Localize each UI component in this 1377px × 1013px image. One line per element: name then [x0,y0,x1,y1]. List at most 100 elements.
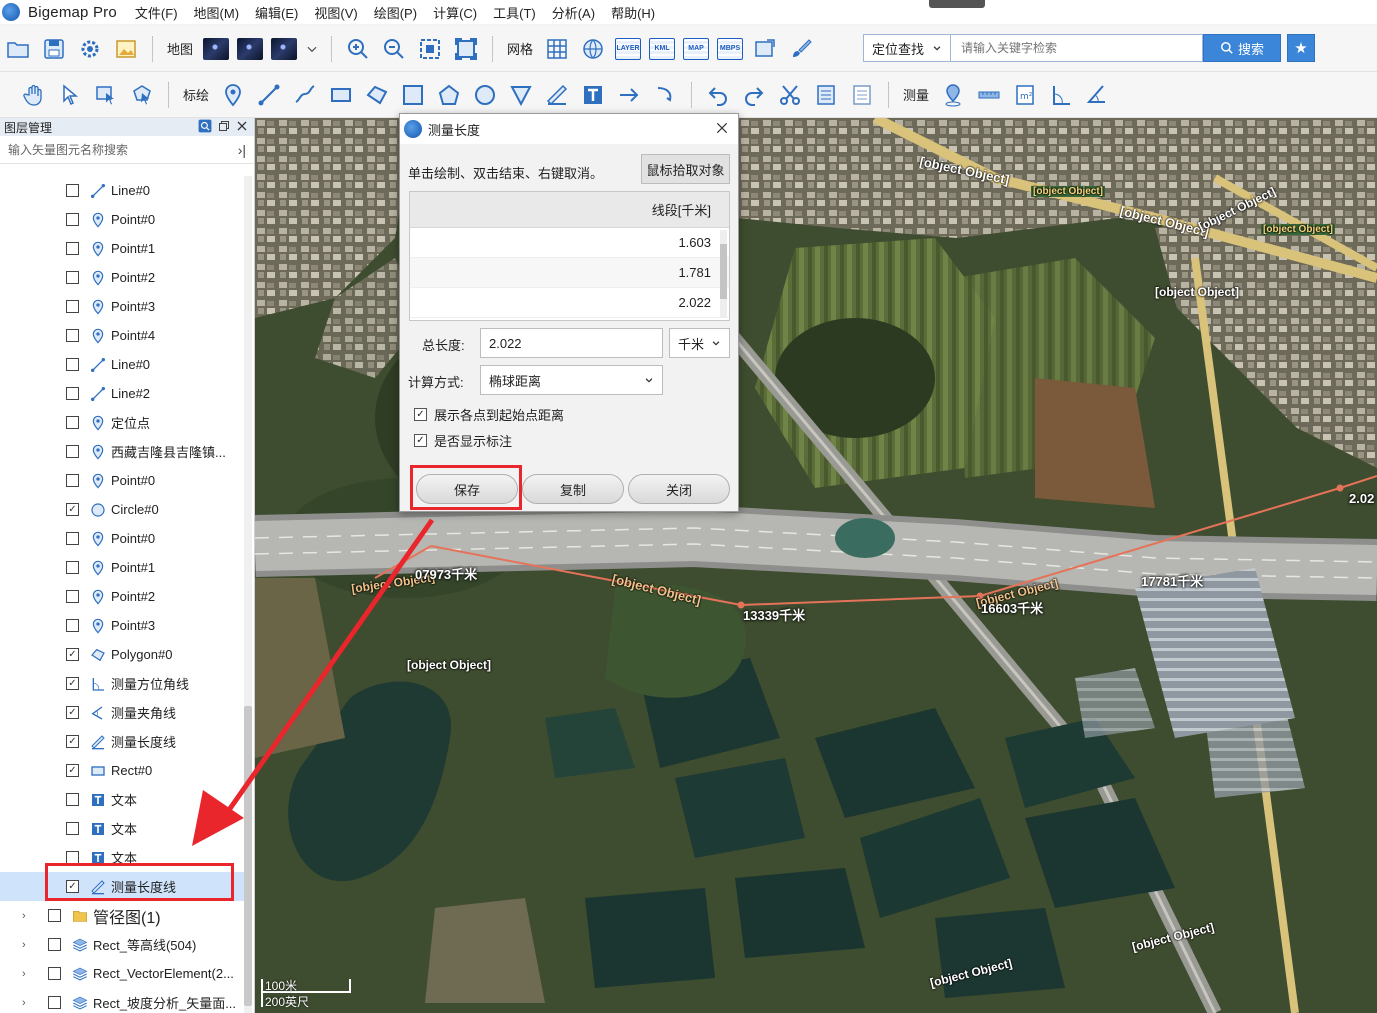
pan-hand-icon[interactable] [20,81,48,109]
layer-item[interactable]: Point#4 [0,321,244,350]
expand-arrow-icon[interactable]: › [22,910,36,922]
scissors-icon[interactable] [776,81,804,109]
checkbox-checked[interactable]: ✓ [66,503,79,516]
draw-square-icon[interactable] [399,81,427,109]
checkbox-unchecked[interactable] [66,793,79,806]
layer-item[interactable]: Point#2 [0,582,244,611]
calc-method-select[interactable]: 椭球距离 [480,365,663,395]
image-icon[interactable] [112,35,140,63]
layer-item[interactable]: Point#3 [0,611,244,640]
table-row[interactable]: 1.603 [410,228,729,258]
redo-icon[interactable] [740,81,768,109]
copy-button[interactable]: 复制 [522,474,624,504]
menu-file[interactable]: 文件(F) [127,3,186,22]
checkbox-unchecked[interactable] [48,909,61,922]
layer-item[interactable]: Line#0 [0,350,244,379]
layer-group[interactable]: › 管径图(1) [0,901,244,930]
chevron-down-icon[interactable] [305,35,319,63]
checkbox-unchecked[interactable] [66,619,79,632]
mbps-box-icon[interactable]: MBPS [717,37,744,60]
panel-restore-icon[interactable] [218,120,230,132]
menu-tools[interactable]: 工具(T) [485,3,544,22]
layer-item[interactable]: ✓ 测量方位角线 [0,669,244,698]
table-row[interactable]: 2.022 [410,288,729,318]
fullscreen-icon[interactable] [452,35,480,63]
layer-item[interactable]: Point#1 [0,553,244,582]
layer-group[interactable]: › Rect_坡度分析_矢量面... [0,988,244,1013]
checkbox-unchecked[interactable] [66,474,79,487]
expand-arrow-icon[interactable]: › [22,968,36,980]
menu-draw[interactable]: 绘图(P) [366,3,425,22]
search-input[interactable] [951,34,1203,62]
close-button[interactable]: 关闭 [628,474,730,504]
layer-item[interactable]: 文本 [0,785,244,814]
layer-item[interactable]: ✓ Circle#0 [0,495,244,524]
layer-item[interactable]: Point#3 [0,292,244,321]
layer-item[interactable]: ✓ 测量夹角线 [0,698,244,727]
checkbox-unchecked[interactable] [66,271,79,284]
arrow-right-icon[interactable] [615,81,643,109]
layer-item[interactable]: Line#2 [0,379,244,408]
menu-view[interactable]: 视图(V) [306,3,365,22]
map-source-3-icon[interactable] [271,37,298,60]
checkbox-checked[interactable]: ✓ [66,648,79,661]
measure-area-icon[interactable]: m² [1011,81,1039,109]
select-arrow-icon[interactable] [56,81,84,109]
layer-item[interactable]: ✓ 测量长度线 [0,727,244,756]
checkbox-unchecked[interactable] [66,358,79,371]
grid-icon[interactable] [543,35,571,63]
measure-length-icon[interactable] [975,81,1003,109]
layer-group[interactable]: › Rect_等高线(504) [0,930,244,959]
measure-angle-icon[interactable] [1083,81,1111,109]
checkbox-checked[interactable]: ✓ [414,408,427,421]
draw-line-icon[interactable] [255,81,283,109]
menu-analysis[interactable]: 分析(A) [544,3,603,22]
map-source-1-icon[interactable] [203,37,230,60]
dialog-title-bar[interactable]: 测量长度 [400,114,738,144]
layer-item[interactable]: Point#0 [0,466,244,495]
checkbox-unchecked[interactable] [66,590,79,603]
checkbox-unchecked[interactable] [66,300,79,313]
checkbox-unchecked[interactable] [48,938,61,951]
ruler-tool-icon[interactable] [543,81,571,109]
checkbox-unchecked[interactable] [66,387,79,400]
collapse-chevron-icon[interactable]: ›| [238,142,246,158]
settings-gear-icon[interactable] [76,35,104,63]
layer-group[interactable]: › Rect_VectorElement(2... [0,959,244,988]
layer-item[interactable]: ✓ Polygon#0 [0,640,244,669]
select-polygon-icon[interactable] [128,81,156,109]
draw-pentagon-icon[interactable] [435,81,463,109]
table-row[interactable]: 1.781 [410,258,729,288]
measure-azimuth-icon[interactable] [1047,81,1075,109]
scrollbar-thumb[interactable] [244,706,252,1006]
map-box-icon[interactable]: MAP [683,37,710,60]
draw-circle-icon[interactable] [471,81,499,109]
checkbox-checked[interactable]: ✓ [66,735,79,748]
layer-item[interactable]: 文本 [0,814,244,843]
favorite-star-button[interactable]: ★ [1287,34,1315,62]
menu-calc[interactable]: 计算(C) [425,3,485,22]
checkbox-unchecked[interactable] [66,329,79,342]
checkbox-unchecked[interactable] [66,213,79,226]
undo-icon[interactable] [704,81,732,109]
checkbox-unchecked[interactable] [48,996,61,1009]
locate-select[interactable]: 定位查找 [863,34,951,62]
checkbox-checked[interactable]: ✓ [66,764,79,777]
layer-search-box[interactable]: 输入矢量图元名称搜索 ›| [0,136,254,164]
checkbox-unchecked[interactable] [66,242,79,255]
layer-list-scrollbar[interactable] [244,176,252,1013]
draw-polygon-icon[interactable] [363,81,391,109]
checkbox-unchecked[interactable] [66,561,79,574]
zoom-out-icon[interactable] [380,35,408,63]
menu-map[interactable]: 地图(M) [186,3,248,22]
show-annotation-checkbox[interactable]: ✓ 是否显示标注 [414,431,512,450]
expand-arrow-icon[interactable]: › [22,939,36,951]
dialog-close-icon[interactable] [714,120,730,136]
panel-close-icon[interactable] [236,120,248,132]
checkbox-checked[interactable]: ✓ [414,434,427,447]
menu-edit[interactable]: 编辑(E) [247,3,306,22]
layer-item[interactable]: Point#2 [0,263,244,292]
globe-icon[interactable] [579,35,607,63]
layer-item[interactable]: ✓ Rect#0 [0,756,244,785]
zoom-extent-icon[interactable] [416,35,444,63]
